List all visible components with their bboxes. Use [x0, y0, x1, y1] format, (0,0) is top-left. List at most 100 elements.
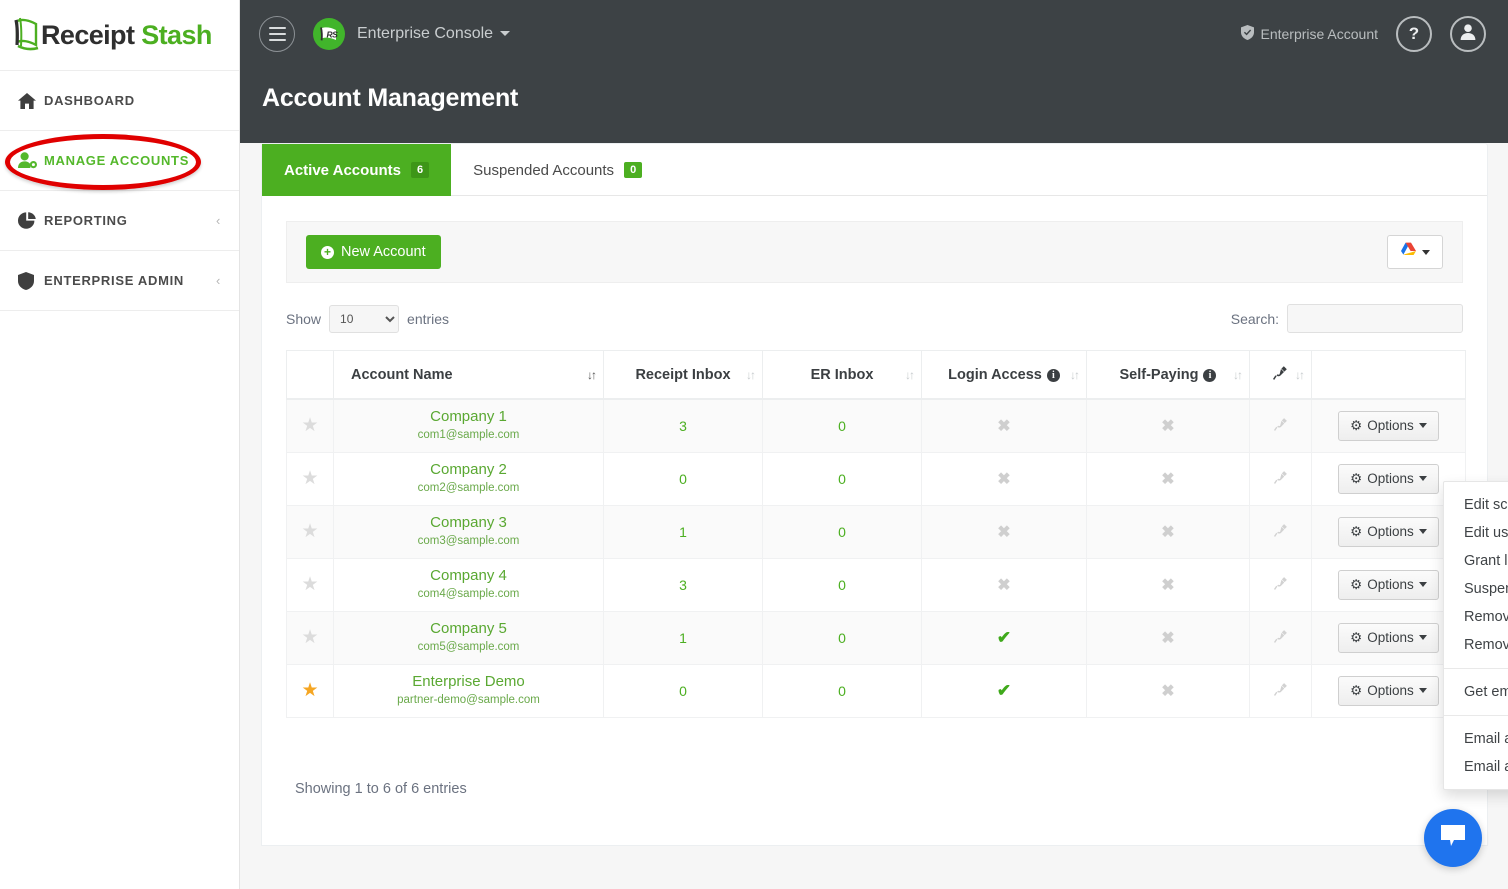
col-login-access[interactable]: Login Access i ↓↑	[921, 350, 1087, 400]
col-account-name[interactable]: Account Name ↓↑	[333, 350, 604, 400]
plug-icon	[1273, 471, 1288, 487]
cell-integrations[interactable]	[1249, 557, 1312, 612]
sidebar-item-dashboard[interactable]: DASHBOARD	[0, 71, 239, 131]
col-self-paying[interactable]: Self-Paying i ↓↑	[1086, 350, 1250, 400]
chevron-down-icon	[1418, 423, 1427, 429]
tab-label: Suspended Accounts	[473, 161, 615, 179]
cross-icon: ✖	[1161, 470, 1175, 488]
star-outline-icon[interactable]: ★	[301, 521, 318, 542]
menu-item-remove-account[interactable]: Remove account	[1444, 603, 1508, 631]
cell-favourite[interactable]: ★	[286, 610, 334, 665]
shield-check-icon	[1241, 25, 1255, 43]
sidebar-item-label: MANAGE ACCOUNTS	[44, 153, 190, 168]
table-row: ★ Company 3 com3@sample.com 1 0 ✖ ✖ ⚙ Options	[286, 504, 1466, 559]
hamburger-icon[interactable]	[259, 16, 295, 52]
menu-item-edit-scan-limits[interactable]: Edit scan limits	[1444, 491, 1508, 519]
cell-self-paying: ✖	[1086, 451, 1250, 506]
gear-icon: ⚙	[1350, 576, 1363, 592]
menu-item-email-account[interactable]: Email account	[1444, 725, 1508, 753]
col-er-inbox[interactable]: ER Inbox ↓↑	[762, 350, 922, 400]
col-favourite[interactable]	[286, 350, 334, 400]
table-body: ★ Company 1 com1@sample.com 3 0 ✖ ✖ ⚙ Options ★ Co…	[286, 398, 1466, 718]
account-email: com2@sample.com	[417, 481, 520, 494]
menu-item-grant-login-access[interactable]: Grant login access	[1444, 547, 1508, 575]
cell-integrations[interactable]	[1249, 451, 1312, 506]
table-row: ★ Company 2 com2@sample.com 0 0 ✖ ✖ ⚙ Options	[286, 451, 1466, 506]
star-outline-icon[interactable]: ★	[301, 574, 318, 595]
chevron-down-icon	[1418, 688, 1427, 693]
cell-login-access: ✔	[921, 663, 1087, 718]
cell-integrations[interactable]	[1249, 610, 1312, 665]
sidebar-item-label: ENTERPRISE ADMIN	[44, 273, 185, 288]
sidebar-item-enterprise-admin[interactable]: ENTERPRISE ADMIN ‹	[0, 251, 239, 311]
profile-button[interactable]	[1450, 16, 1486, 52]
star-outline-icon[interactable]: ★	[301, 627, 318, 648]
sort-icon: ↓↑	[1295, 367, 1305, 382]
cell-account-name: Company 2 com2@sample.com	[333, 451, 604, 506]
new-account-label: New Account	[341, 244, 426, 260]
search-input[interactable]	[1287, 304, 1463, 333]
cell-integrations[interactable]	[1249, 504, 1312, 559]
chat-bubble-icon	[1439, 823, 1467, 854]
cross-icon: ✖	[1161, 682, 1175, 700]
console-switcher[interactable]: Enterprise Console	[357, 25, 511, 43]
options-button[interactable]: ⚙ Options	[1338, 410, 1439, 441]
svg-text:RS: RS	[327, 30, 339, 40]
cell-favourite[interactable]: ★	[286, 451, 334, 506]
menu-item-suspend-account[interactable]: Suspend account	[1444, 575, 1508, 603]
cell-favourite[interactable]: ★	[286, 398, 334, 453]
tab-suspended-accounts[interactable]: Suspended Accounts 0	[451, 144, 664, 196]
menu-separator	[1444, 668, 1508, 669]
account-name-link[interactable]: Enterprise Demo	[334, 673, 603, 692]
search-control: Search:	[1231, 304, 1463, 333]
sidebar-item-manage-accounts[interactable]: MANAGE ACCOUNTS	[0, 131, 239, 191]
sidebar-item-reporting[interactable]: REPORTING ‹	[0, 191, 239, 251]
account-name-link[interactable]: Company 5	[334, 620, 603, 639]
export-dropdown-button[interactable]	[1387, 235, 1443, 269]
col-options	[1311, 350, 1466, 400]
table-toolbar: + New Account	[286, 221, 1463, 283]
cell-favourite[interactable]: ★	[286, 557, 334, 612]
info-icon[interactable]: i	[1046, 368, 1060, 382]
menu-item-edit-user-access[interactable]: Edit user access	[1444, 519, 1508, 547]
cell-integrations[interactable]	[1249, 663, 1312, 718]
info-icon[interactable]: i	[1203, 368, 1217, 382]
account-name-link[interactable]: Company 3	[334, 514, 603, 533]
menu-item-email-account-details[interactable]: Email account details	[1444, 753, 1508, 781]
help-button[interactable]: ?	[1396, 16, 1432, 52]
brand-logo[interactable]: Receipt Stash	[0, 0, 239, 71]
col-receipt-inbox[interactable]: Receipt Inbox ↓↑	[603, 350, 763, 400]
col-integrations[interactable]: ↓↑	[1249, 350, 1312, 400]
cell-integrations[interactable]	[1249, 398, 1312, 453]
account-name-link[interactable]: Company 2	[334, 461, 603, 480]
column-label: ER Inbox	[810, 366, 874, 383]
new-account-button[interactable]: + New Account	[306, 235, 441, 269]
star-outline-icon[interactable]: ★	[301, 415, 318, 436]
cell-favourite[interactable]: ★	[286, 663, 334, 718]
cell-favourite[interactable]: ★	[286, 504, 334, 559]
column-label: Self-Paying	[1119, 366, 1199, 383]
enterprise-account-badge[interactable]: Enterprise Account	[1241, 25, 1378, 43]
account-name-link[interactable]: Company 4	[334, 567, 603, 586]
options-button[interactable]: ⚙ Options	[1338, 622, 1439, 653]
account-name-link[interactable]: Company 1	[334, 408, 603, 427]
menu-separator	[1444, 715, 1508, 716]
datatable-controls: Show 102550100 entries Search:	[286, 304, 1463, 333]
star-outline-icon[interactable]: ★	[301, 468, 318, 489]
options-button[interactable]: ⚙ Options	[1338, 675, 1439, 706]
menu-item-remove-from-subscription[interactable]: Remove from subscription	[1444, 631, 1508, 659]
star-filled-icon[interactable]: ★	[301, 680, 318, 701]
menu-item-get-email-in-address[interactable]: Get email-in address	[1444, 678, 1508, 706]
page-length-select[interactable]: 102550100	[329, 304, 400, 333]
options-button[interactable]: ⚙ Options	[1338, 463, 1439, 494]
account-management-card: Active Accounts 6 Suspended Accounts 0 +…	[261, 143, 1488, 846]
sort-icon: ↓↑	[1233, 367, 1243, 382]
chevron-down-icon	[1418, 582, 1427, 587]
chevron-down-icon	[1418, 529, 1427, 534]
search-label: Search:	[1230, 310, 1279, 327]
cross-icon: ✖	[1161, 523, 1175, 541]
options-button[interactable]: ⚙ Options	[1338, 569, 1439, 600]
options-button[interactable]: ⚙ Options	[1338, 516, 1439, 547]
chat-support-button[interactable]	[1424, 809, 1482, 867]
tab-active-accounts[interactable]: Active Accounts 6	[262, 144, 452, 196]
